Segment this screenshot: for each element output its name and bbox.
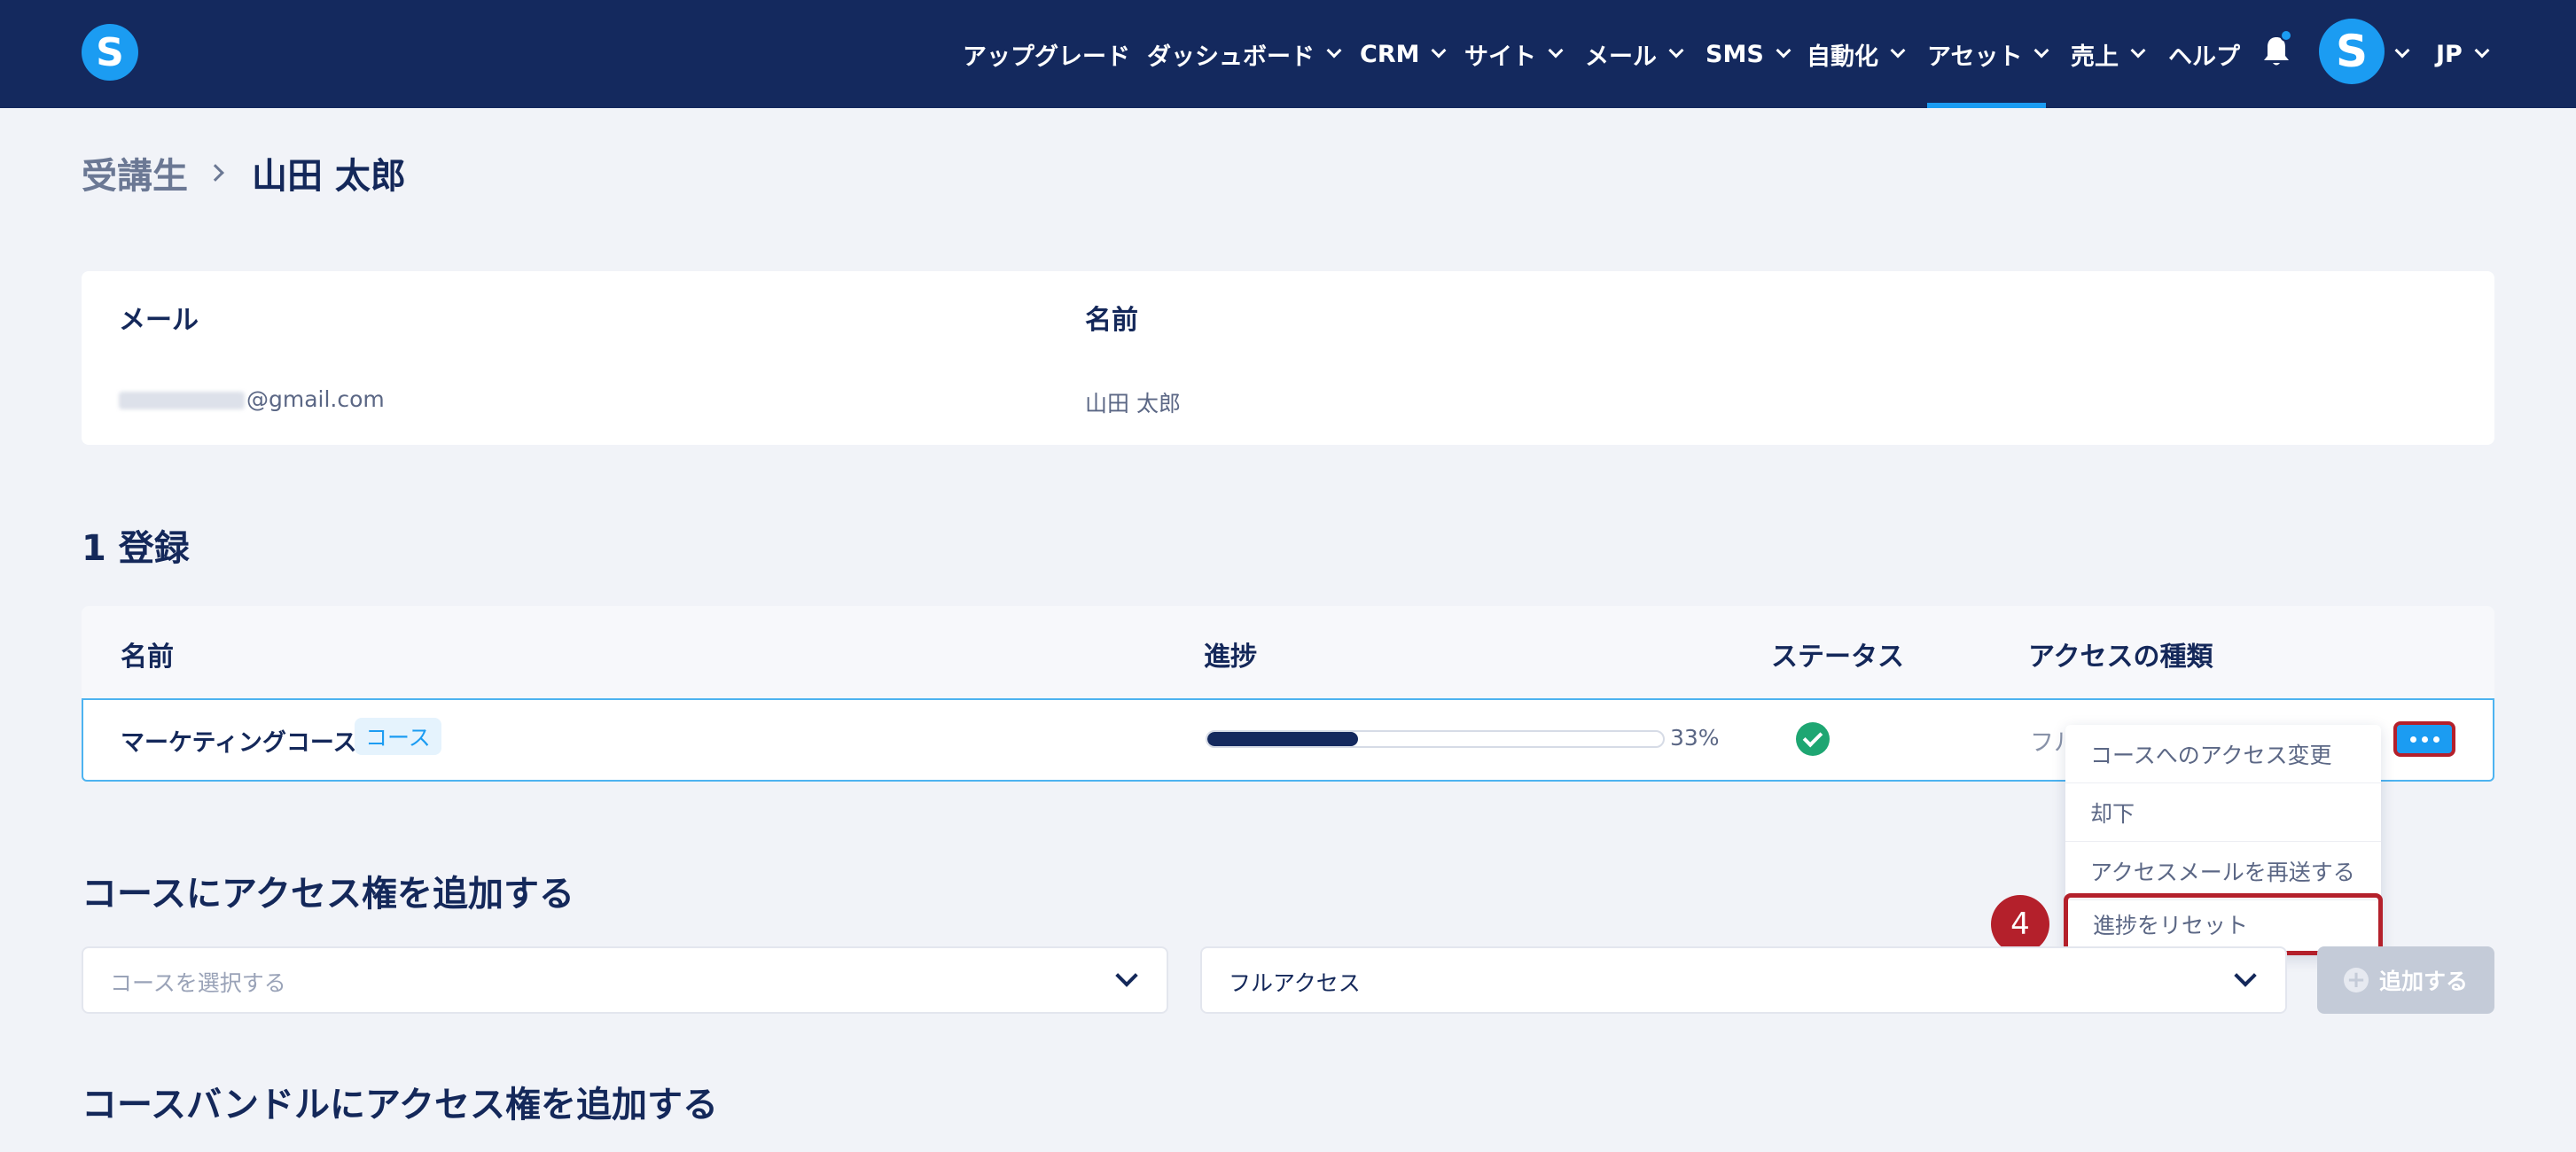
chevron-down-icon — [1548, 43, 1564, 58]
enrollments-heading: 1 登録 — [82, 528, 190, 569]
column-name: 名前 — [121, 642, 174, 673]
plus-circle-icon: + — [2343, 968, 2369, 992]
breadcrumb-parent[interactable]: 受講生 — [82, 147, 188, 198]
menu-item-reject[interactable]: 却下 — [2065, 783, 2381, 842]
avatar-menu-toggle[interactable] — [2392, 0, 2410, 108]
chevron-down-icon — [2033, 43, 2049, 58]
nav-help[interactable]: ヘルプ — [2168, 0, 2240, 108]
step-number-badge: 4 — [1991, 895, 2049, 954]
add-bundle-access-heading: コースバンドルにアクセス権を追加する — [82, 1085, 718, 1125]
chevron-down-icon — [2130, 43, 2146, 58]
add-access-label: 追加する — [2378, 969, 2468, 994]
nav-sms-label: SMS — [1706, 40, 1764, 68]
nav-upgrade[interactable]: アップグレード — [963, 0, 1130, 108]
chevron-down-icon — [1668, 43, 1684, 58]
nav-crm-label: CRM — [1360, 40, 1420, 68]
language-selector[interactable]: JP — [2436, 0, 2490, 108]
chevron-down-icon — [1431, 43, 1447, 58]
avatar[interactable]: S — [2319, 19, 2385, 84]
add-course-access-heading: コースにアクセス権を追加する — [82, 874, 574, 915]
course-select[interactable]: コースを選択する — [82, 946, 1168, 1014]
dot-icon — [2421, 736, 2428, 743]
top-navbar: S アップグレード ダッシュボード CRM サイト メール SMS 自動化 アセ… — [0, 0, 2576, 108]
notification-dot — [2280, 29, 2292, 42]
nav-sales[interactable]: 売上 — [2071, 0, 2146, 108]
nav-mail-label: メール — [1585, 43, 1657, 71]
chevron-down-icon — [1115, 964, 1138, 987]
nav-sms[interactable]: SMS — [1706, 0, 1791, 108]
nav-help-label: ヘルプ — [2168, 43, 2240, 71]
nav-active-indicator — [1927, 103, 2046, 108]
column-access-type: アクセスの種類 — [2028, 642, 2213, 673]
student-info-card: メール 名前 @gmail.com 山田 太郎 — [82, 271, 2494, 445]
chevron-down-icon — [2474, 43, 2490, 58]
column-status: ステータス — [1771, 642, 1904, 673]
course-type-badge: コース — [355, 718, 441, 755]
nav-dashboard[interactable]: ダッシュボード — [1147, 0, 1342, 108]
chevron-down-icon — [2234, 964, 2257, 987]
nav-assets[interactable]: アセット — [1927, 0, 2049, 108]
progress-bar — [1206, 730, 1665, 748]
progress-percent: 33% — [1670, 725, 1720, 751]
access-type-selected: フルアクセス — [1229, 970, 1361, 996]
nav-sales-label: 売上 — [2071, 43, 2119, 71]
chevron-down-icon — [1326, 43, 1342, 58]
nav-crm[interactable]: CRM — [1360, 0, 1447, 108]
column-progress: 進捗 — [1204, 642, 1257, 673]
access-type-select[interactable]: フルアクセス — [1200, 946, 2287, 1014]
chevron-down-icon — [1890, 43, 1906, 58]
chevron-down-icon — [1776, 43, 1791, 58]
chevron-down-icon — [2394, 43, 2410, 58]
row-actions-button[interactable] — [2393, 721, 2455, 757]
nav-mail[interactable]: メール — [1585, 0, 1684, 108]
menu-item-change-access[interactable]: コースへのアクセス変更 — [2065, 725, 2381, 783]
breadcrumb-current: 山田 太郎 — [252, 156, 406, 197]
nav-automation[interactable]: 自動化 — [1807, 0, 1906, 108]
email-value: @gmail.com — [119, 386, 385, 412]
nav-assets-label: アセット — [1927, 43, 2023, 71]
progress-bar-fill — [1207, 732, 1358, 746]
dot-icon — [2409, 736, 2416, 743]
course-name[interactable]: マーケティングコース — [121, 723, 357, 758]
name-value: 山田 太郎 — [1085, 391, 1181, 416]
nav-dashboard-label: ダッシュボード — [1147, 43, 1315, 71]
nav-site[interactable]: サイト — [1464, 0, 1564, 108]
enrollments-table-header: 名前 進捗 ステータス アクセスの種類 — [82, 606, 2494, 698]
nav-site-label: サイト — [1464, 43, 1536, 71]
add-access-button[interactable]: + 追加する — [2317, 946, 2494, 1014]
row-actions-menu: コースへのアクセス変更 却下 アクセスメールを再送する 進捗をリセット — [2064, 725, 2383, 955]
check-icon — [1796, 722, 1830, 756]
avatar-letter: S — [2335, 26, 2368, 77]
dot-icon — [2432, 736, 2439, 743]
systeme-logo[interactable]: S — [82, 24, 138, 81]
email-domain: @gmail.com — [246, 386, 385, 412]
name-label: 名前 — [1085, 305, 1138, 336]
email-label: メール — [119, 305, 199, 336]
breadcrumb: 受講生 山田 太郎 — [82, 147, 406, 198]
nav-automation-label: 自動化 — [1807, 43, 1878, 71]
language-label: JP — [2436, 40, 2463, 68]
logo-letter: S — [96, 29, 124, 75]
course-select-placeholder: コースを選択する — [110, 970, 286, 996]
redacted-email-user — [119, 392, 245, 409]
nav-upgrade-label: アップグレード — [963, 43, 1130, 71]
menu-item-resend-access-email[interactable]: アクセスメールを再送する — [2065, 842, 2381, 900]
chevron-right-icon — [207, 164, 224, 182]
